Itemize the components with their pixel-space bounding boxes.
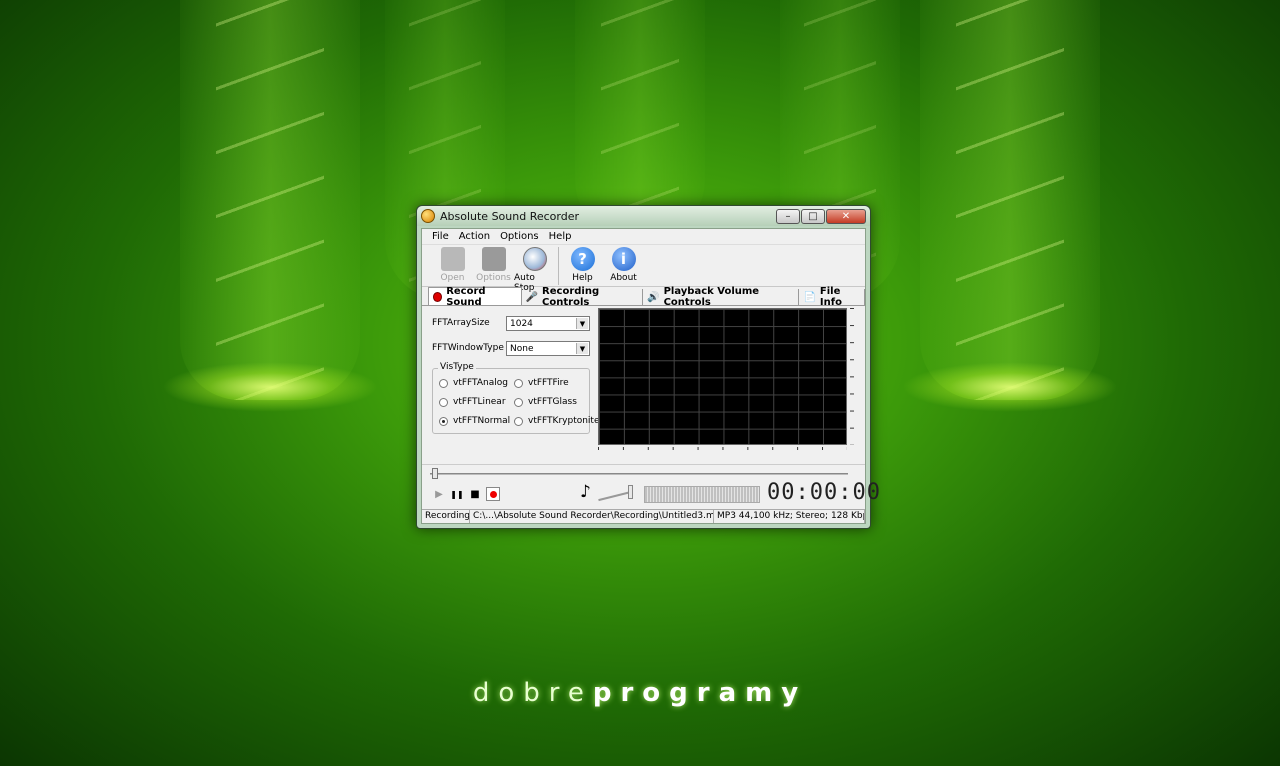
play-button[interactable]: ▶ <box>432 487 446 501</box>
menu-bar: File Action Options Help <box>422 229 865 245</box>
brand-logo: dobreprogramy <box>472 678 808 708</box>
radio-vtfftanalog[interactable]: vtFFTAnalog <box>439 378 508 388</box>
radio-vtfftlinear[interactable]: vtFFTLinear <box>439 397 506 407</box>
level-meter <box>644 486 760 503</box>
tab-file-info[interactable]: 📄 File Info <box>799 286 866 308</box>
microphone-icon: 🎤 <box>525 291 539 303</box>
status-state: Recording. <box>422 510 470 523</box>
options-button[interactable]: Options <box>473 247 514 283</box>
radio-vtfftfire[interactable]: vtFFTFire <box>514 378 569 388</box>
fft-array-label: FFTArraySize <box>432 318 490 328</box>
client-area: File Action Options Help Open Options Au… <box>421 228 880 524</box>
radio-circle <box>514 397 523 407</box>
open-button[interactable]: Open <box>432 247 473 283</box>
menu-file[interactable]: File <box>427 231 454 242</box>
stop-button[interactable]: ■ <box>468 487 482 501</box>
fft-window-select[interactable]: None ▼ <box>506 341 590 356</box>
open-folder-icon <box>440 247 465 271</box>
transport-bar: ▶ ❚❚ ■ ♪ 00:00:00 <box>422 464 880 515</box>
tab-record-sound[interactable]: Record Sound <box>428 286 522 308</box>
tab-recording-controls[interactable]: 🎤 Recording Controls <box>522 286 644 308</box>
seek-track[interactable] <box>430 473 848 475</box>
status-format: MP3 44,100 kHz; Stereo; 128 Kbps; <box>714 510 865 523</box>
chevron-down-icon: ▼ <box>576 343 588 354</box>
help-button[interactable]: ? Help <box>562 247 603 283</box>
maximize-button[interactable]: □ <box>801 208 825 224</box>
options-icon <box>481 247 506 271</box>
info-icon: i <box>611 247 636 271</box>
status-path: C:\...\Absolute Sound Recorder\Recording… <box>470 510 714 523</box>
close-button[interactable]: ✕ <box>826 208 866 224</box>
help-icon: ? <box>570 247 595 271</box>
fft-window-label: FFTWindowType <box>432 343 504 353</box>
radio-vtfftkryptonite[interactable]: vtFFTKryptonite <box>514 416 600 426</box>
chevron-down-icon: ▼ <box>576 318 588 329</box>
speaker-icon: 🔊 <box>647 291 660 303</box>
visualizer-ticks <box>850 308 854 445</box>
window-title: Absolute Sound Recorder <box>440 209 580 223</box>
volume-track[interactable] <box>598 490 632 502</box>
decor-tube <box>902 0 1118 412</box>
vistype-group: VisType vtFFTAnalog vtFFTFire vtFFTLinea… <box>432 362 600 434</box>
radio-circle <box>514 416 523 426</box>
menu-help[interactable]: Help <box>544 231 577 242</box>
radio-vtfftnormal[interactable]: vtFFTNormal <box>439 416 510 426</box>
spectrum-visualizer <box>598 308 847 445</box>
record-sound-panel: FFTArraySize 1024 ▼ FFTWindowType None ▼… <box>422 306 865 464</box>
decor-tube <box>575 0 705 240</box>
radio-vtfftglass[interactable]: vtFFTGlass <box>514 397 577 407</box>
minimize-button[interactable]: – <box>776 208 800 224</box>
fft-array-select[interactable]: 1024 ▼ <box>506 316 590 331</box>
status-bar: Recording. C:\...\Absolute Sound Recorde… <box>422 509 865 523</box>
music-note-icon: ♪ <box>580 482 591 502</box>
toolbar: Open Options Auto Stop ? Help i About <box>422 245 865 293</box>
volume-thumb[interactable] <box>628 485 633 499</box>
app-icon <box>421 209 435 223</box>
radio-circle-selected <box>439 416 448 426</box>
menu-action[interactable]: Action <box>454 231 495 242</box>
auto-stop-icon <box>522 247 547 271</box>
radio-circle <box>439 378 448 388</box>
radio-circle <box>439 397 448 407</box>
visualizer-ticks <box>598 447 847 450</box>
decor-tube <box>162 0 378 412</box>
radio-circle <box>514 378 523 388</box>
pause-button[interactable]: ❚❚ <box>450 487 464 501</box>
seek-thumb[interactable] <box>432 468 438 479</box>
menu-options[interactable]: Options <box>495 231 544 242</box>
time-display: 00:00:00 <box>767 480 881 505</box>
tab-strip: Record Sound 🎤 Recording Controls 🔊 Play… <box>422 286 866 308</box>
toolbar-separator <box>558 247 559 285</box>
tab-playback-volume[interactable]: 🔊 Playback Volume Controls <box>643 286 800 308</box>
app-window: Absolute Sound Recorder – □ ✕ File Actio… <box>416 205 880 529</box>
vistype-label: VisType <box>438 362 476 372</box>
about-button[interactable]: i About <box>603 247 644 283</box>
file-info-icon: 📄 <box>803 291 816 303</box>
record-dot-icon <box>433 291 443 302</box>
record-icon <box>489 490 497 498</box>
record-button[interactable] <box>486 487 500 501</box>
title-bar[interactable]: Absolute Sound Recorder – □ ✕ <box>417 206 870 226</box>
